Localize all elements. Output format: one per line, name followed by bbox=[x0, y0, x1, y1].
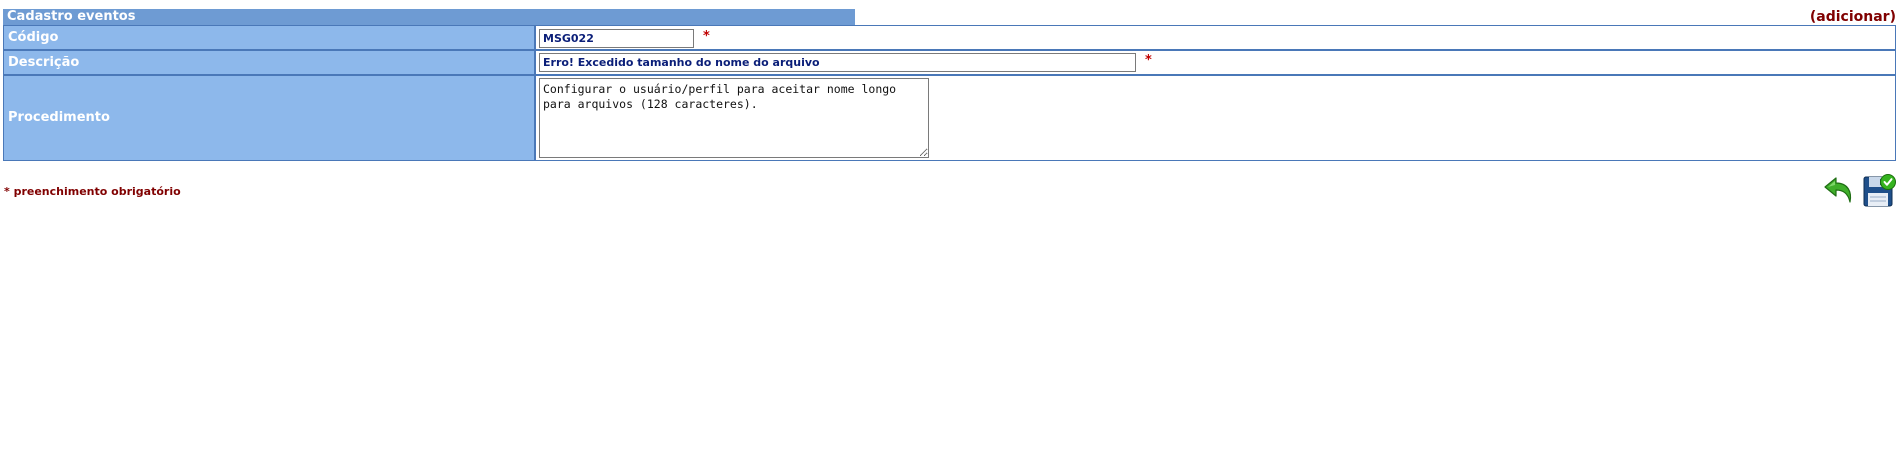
procedimento-textarea[interactable]: Configurar o usuário/perfil para aceitar… bbox=[539, 78, 929, 158]
label-cell: Procedimento bbox=[4, 76, 534, 160]
value-cell: Configurar o usuário/perfil para aceitar… bbox=[536, 76, 1895, 160]
back-arrow-icon bbox=[1824, 177, 1852, 203]
value-cell: * bbox=[536, 51, 1895, 74]
required-marker: * bbox=[703, 29, 710, 44]
back-button[interactable] bbox=[1822, 174, 1856, 208]
event-form: Código * Descrição * Procedimento Config… bbox=[3, 25, 1896, 161]
add-link[interactable]: (adicionar) bbox=[1810, 9, 1896, 25]
value-cell: * bbox=[536, 26, 1895, 49]
form-row-descricao: Descrição * bbox=[4, 51, 1895, 74]
mandatory-note: * preenchimento obrigatório bbox=[4, 185, 181, 198]
label-cell: Código bbox=[4, 26, 534, 49]
codigo-input[interactable] bbox=[539, 29, 694, 48]
descricao-input[interactable] bbox=[539, 53, 1136, 72]
section-title: Cadastro eventos bbox=[7, 9, 136, 24]
label-cell: Descrição bbox=[4, 51, 534, 74]
procedimento-label: Procedimento bbox=[8, 110, 110, 125]
save-button[interactable] bbox=[1862, 174, 1896, 208]
descricao-label: Descrição bbox=[8, 55, 80, 70]
save-disk-check-icon bbox=[1863, 174, 1896, 207]
form-row-codigo: Código * bbox=[4, 26, 1895, 49]
codigo-label: Código bbox=[8, 30, 59, 45]
form-row-procedimento: Procedimento Configurar o usuário/perfil… bbox=[4, 76, 1895, 160]
required-marker: * bbox=[1145, 53, 1152, 68]
section-header: Cadastro eventos bbox=[3, 9, 855, 25]
